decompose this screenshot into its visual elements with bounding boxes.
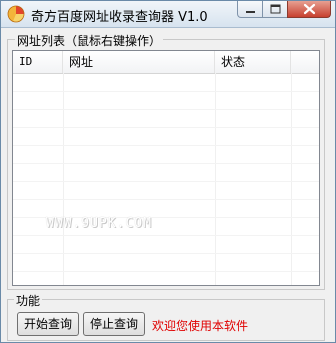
column-header-url[interactable]: 网址: [63, 51, 215, 73]
close-icon: [303, 3, 316, 15]
grid-line: [13, 271, 319, 272]
grid-line: [13, 127, 319, 128]
column-header-extra[interactable]: [291, 51, 319, 73]
start-query-button[interactable]: 开始查询: [17, 312, 79, 336]
grid-line: [13, 145, 319, 146]
function-group-title: 功能: [14, 292, 43, 309]
main-window: 奇方百度网址收录查询器 V1.0 网址列表（鼠标右键操作） ID 网址 状态 W…: [0, 0, 336, 343]
maximize-icon: [270, 4, 281, 14]
watermark-text: WWW.9UPK.COM: [46, 216, 152, 231]
grid-line: [13, 91, 319, 92]
grid-line: [13, 181, 319, 182]
url-list-view[interactable]: ID 网址 状态 WWW.9UPK.COM: [12, 50, 320, 286]
grid-line: [13, 109, 319, 110]
grid-line: [13, 235, 319, 236]
window-title: 奇方百度网址收录查询器 V1.0: [31, 10, 208, 25]
title-bar[interactable]: 奇方百度网址收录查询器 V1.0: [1, 1, 335, 28]
maximize-button[interactable]: [262, 1, 288, 18]
grid-line: [13, 253, 319, 254]
pie-chart-app-icon: [7, 5, 25, 23]
url-list-group-title: 网址列表（鼠标右键操作）: [15, 32, 164, 49]
list-header: ID 网址 状态: [13, 51, 319, 74]
close-button[interactable]: [287, 1, 331, 18]
stop-query-button[interactable]: 停止查询: [83, 312, 145, 336]
grid-line: [13, 199, 319, 200]
column-header-id[interactable]: ID: [13, 51, 63, 73]
minimize-button[interactable]: [237, 1, 263, 18]
minimize-icon: [246, 11, 255, 13]
welcome-message: 欢迎您使用本软件: [152, 319, 249, 333]
grid-line: [13, 163, 319, 164]
column-header-status[interactable]: 状态: [215, 51, 291, 73]
